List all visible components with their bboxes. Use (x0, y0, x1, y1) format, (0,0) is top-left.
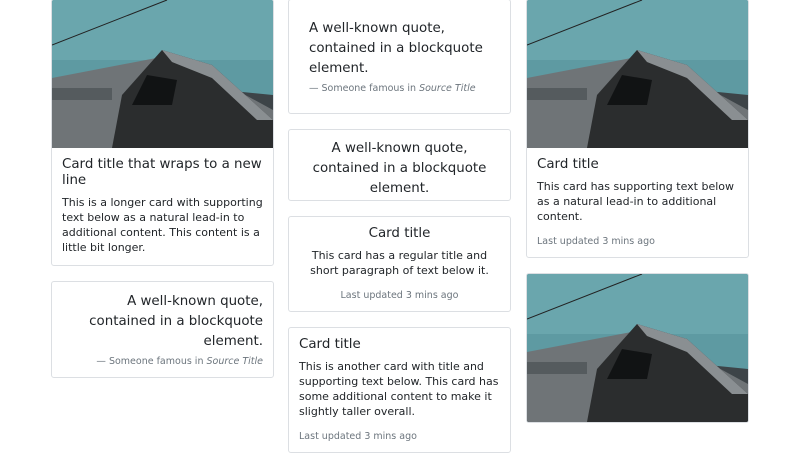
last-updated: Last updated 3 mins ago (340, 290, 459, 301)
source-title: Source Title (206, 356, 263, 367)
card-text: This card has a regular title and short … (310, 249, 489, 277)
footer-prefix: — Someone famous in (96, 356, 207, 367)
quote-card: A well-known quote, contained in a block… (288, 0, 511, 114)
house-image (52, 0, 273, 148)
card-text: This is another card with title and supp… (299, 360, 499, 418)
footer-prefix: — Someone famous in (309, 83, 420, 94)
card-text: This is a longer card with supporting te… (62, 196, 263, 254)
image-only-card (526, 273, 749, 423)
column-1: Card title that wraps to a new line This… (51, 0, 274, 393)
card-title: Card title (537, 157, 599, 172)
blockquote-text: A well-known quote, contained in a block… (312, 141, 487, 196)
house-image (527, 274, 748, 422)
quote-card-centered: A well-known quote, contained in a block… (288, 129, 511, 201)
column-3: Card title This card has supporting text… (526, 0, 749, 438)
source-title: Source Title (419, 83, 476, 94)
card-title: Card title (299, 337, 361, 352)
text-card: Card title This is another card with tit… (288, 327, 511, 453)
card-text: This card has supporting text below as a… (537, 180, 734, 223)
card-title: Card title (368, 226, 431, 241)
card-title: Card title that wraps to a new line (62, 157, 262, 188)
blockquote-text: A well-known quote, contained in a block… (309, 21, 483, 76)
image-card: Card title This card has supporting text… (526, 0, 749, 258)
text-card-centered: Card title This card has a regular title… (288, 216, 511, 312)
column-2: A well-known quote, contained in a block… (288, 0, 511, 468)
last-updated: Last updated 3 mins ago (537, 236, 655, 247)
image-card: Card title that wraps to a new line This… (51, 0, 274, 266)
blockquote-footer: — Someone famous in Source Title (309, 83, 490, 94)
quote-card: A well-known quote, contained in a block… (51, 281, 274, 378)
blockquote-text: A well-known quote, contained in a block… (89, 294, 263, 349)
last-updated: Last updated 3 mins ago (299, 431, 417, 442)
blockquote-footer: — Someone famous in Source Title (62, 356, 263, 367)
house-image (527, 0, 748, 148)
